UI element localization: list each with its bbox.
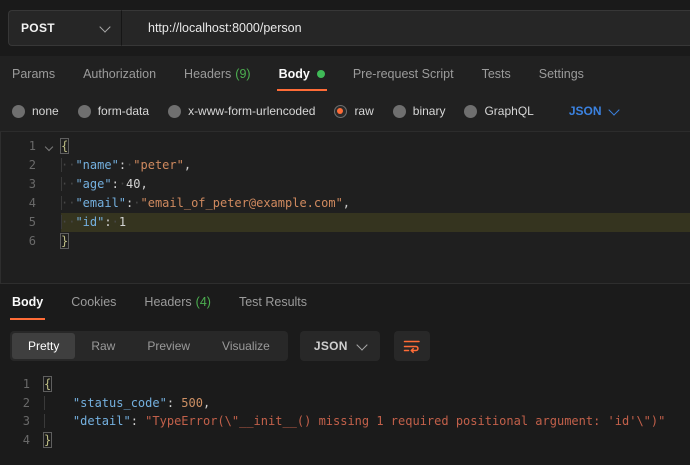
code-line: 4} xyxy=(0,431,690,450)
method-label: POST xyxy=(21,21,55,35)
fold-gutter xyxy=(30,394,44,413)
response-tab-headers[interactable]: Headers(4) xyxy=(142,284,213,320)
raw-language-select[interactable]: JSON xyxy=(569,104,618,118)
fold-gutter xyxy=(36,175,61,194)
code-text: "status_code": 500, xyxy=(44,394,690,413)
fold-gutter xyxy=(30,431,44,450)
url-input[interactable]: http://localhost:8000/person xyxy=(122,10,690,46)
code-line: 2 ··"name":·"peter", xyxy=(0,156,690,175)
code-line: 6} xyxy=(0,232,690,251)
line-number: 3 xyxy=(0,175,36,194)
code-line: 5 ··"id":·1 xyxy=(0,213,690,232)
response-toolbar: Pretty Raw Preview Visualize JSON xyxy=(0,320,690,362)
line-number: 2 xyxy=(0,156,36,175)
tab-params[interactable]: Params xyxy=(10,56,57,91)
mode-raw[interactable]: raw xyxy=(334,104,373,118)
line-number: 2 xyxy=(0,394,30,413)
fold-gutter xyxy=(30,375,44,394)
code-line: 3 ··"age":·40, xyxy=(0,175,690,194)
code-text: } xyxy=(44,431,690,450)
line-number: 1 xyxy=(0,375,30,394)
response-section: Body Cookies Headers(4) Test Results Pre… xyxy=(0,284,690,465)
code-line: 2 "status_code": 500, xyxy=(0,394,690,413)
fold-gutter xyxy=(36,232,61,251)
word-wrap-button[interactable] xyxy=(394,331,430,361)
tab-settings[interactable]: Settings xyxy=(537,56,586,91)
mode-form-data[interactable]: form-data xyxy=(78,104,149,118)
radio-selected-icon xyxy=(334,105,347,118)
view-preview[interactable]: Preview xyxy=(131,333,206,359)
response-body-editor[interactable]: 1{2 "status_code": 500,3 "detail": "Type… xyxy=(0,362,690,449)
chevron-down-icon xyxy=(608,104,619,115)
code-text: ··"email":·"email_of_peter@example.com", xyxy=(61,194,690,213)
body-active-dot-icon xyxy=(317,70,325,78)
code-text: { xyxy=(61,137,690,156)
tab-authorization[interactable]: Authorization xyxy=(81,56,158,91)
line-number: 5 xyxy=(0,213,36,232)
radio-icon xyxy=(393,105,406,118)
code-line: 1{ xyxy=(0,375,690,394)
radio-icon xyxy=(464,105,477,118)
request-body-editor[interactable]: 1{2··"name":·"peter",3··"age":·40,4··"em… xyxy=(0,132,690,284)
url-text: http://localhost:8000/person xyxy=(148,21,302,35)
word-wrap-icon xyxy=(403,339,421,354)
fold-chevron-icon[interactable] xyxy=(36,137,61,156)
fold-gutter xyxy=(36,156,61,175)
code-text: } xyxy=(61,232,690,251)
code-text: { xyxy=(44,375,690,394)
chevron-down-icon xyxy=(356,339,367,350)
radio-icon xyxy=(168,105,181,118)
response-tab-test-results[interactable]: Test Results xyxy=(237,284,309,320)
mode-binary[interactable]: binary xyxy=(393,104,446,118)
line-number: 4 xyxy=(0,431,30,450)
body-mode-row: none form-data x-www-form-urlencoded raw… xyxy=(0,91,690,132)
response-tabs: Body Cookies Headers(4) Test Results xyxy=(0,284,690,320)
response-language-select[interactable]: JSON xyxy=(300,331,380,361)
radio-icon xyxy=(12,105,25,118)
response-headers-count: (4) xyxy=(196,295,211,309)
tab-tests[interactable]: Tests xyxy=(480,56,513,91)
chevron-down-icon xyxy=(99,21,110,32)
response-tab-cookies[interactable]: Cookies xyxy=(69,284,118,320)
line-number: 6 xyxy=(0,232,36,251)
fold-gutter xyxy=(30,412,44,431)
code-text: ··"name":·"peter", xyxy=(61,156,690,175)
code-text: ··"age":·40, xyxy=(61,175,690,194)
response-tab-body[interactable]: Body xyxy=(10,284,45,320)
view-raw[interactable]: Raw xyxy=(75,333,131,359)
tab-body[interactable]: Body xyxy=(277,56,327,91)
request-tabs: Params Authorization Headers(9) Body Pre… xyxy=(0,56,690,91)
postman-request-panel: POST http://localhost:8000/person Params… xyxy=(0,0,690,465)
method-select[interactable]: POST xyxy=(8,10,122,46)
code-line: 1{ xyxy=(0,137,690,156)
radio-icon xyxy=(78,105,91,118)
headers-count: (9) xyxy=(235,67,250,81)
fold-gutter xyxy=(36,194,61,213)
line-number: 1 xyxy=(0,137,36,156)
code-text: "detail": "TypeError(\"__init__() missin… xyxy=(44,412,690,431)
tab-headers[interactable]: Headers(9) xyxy=(182,56,253,91)
url-bar: POST http://localhost:8000/person xyxy=(0,0,690,56)
fold-gutter xyxy=(36,213,61,232)
tab-pre-request-script[interactable]: Pre-request Script xyxy=(351,56,456,91)
mode-x-www-form-urlencoded[interactable]: x-www-form-urlencoded xyxy=(168,104,315,118)
line-number: 3 xyxy=(0,412,30,431)
mode-none[interactable]: none xyxy=(12,104,59,118)
line-number: 4 xyxy=(0,194,36,213)
view-visualize[interactable]: Visualize xyxy=(206,333,286,359)
mode-graphql[interactable]: GraphQL xyxy=(464,104,533,118)
view-pretty[interactable]: Pretty xyxy=(12,333,75,359)
code-text: ··"id":·1 xyxy=(61,213,690,232)
code-line: 4 ··"email":·"email_of_peter@example.com"… xyxy=(0,194,690,213)
code-line: 3 "detail": "TypeError(\"__init__() miss… xyxy=(0,412,690,431)
response-view-switch: Pretty Raw Preview Visualize xyxy=(10,331,288,361)
